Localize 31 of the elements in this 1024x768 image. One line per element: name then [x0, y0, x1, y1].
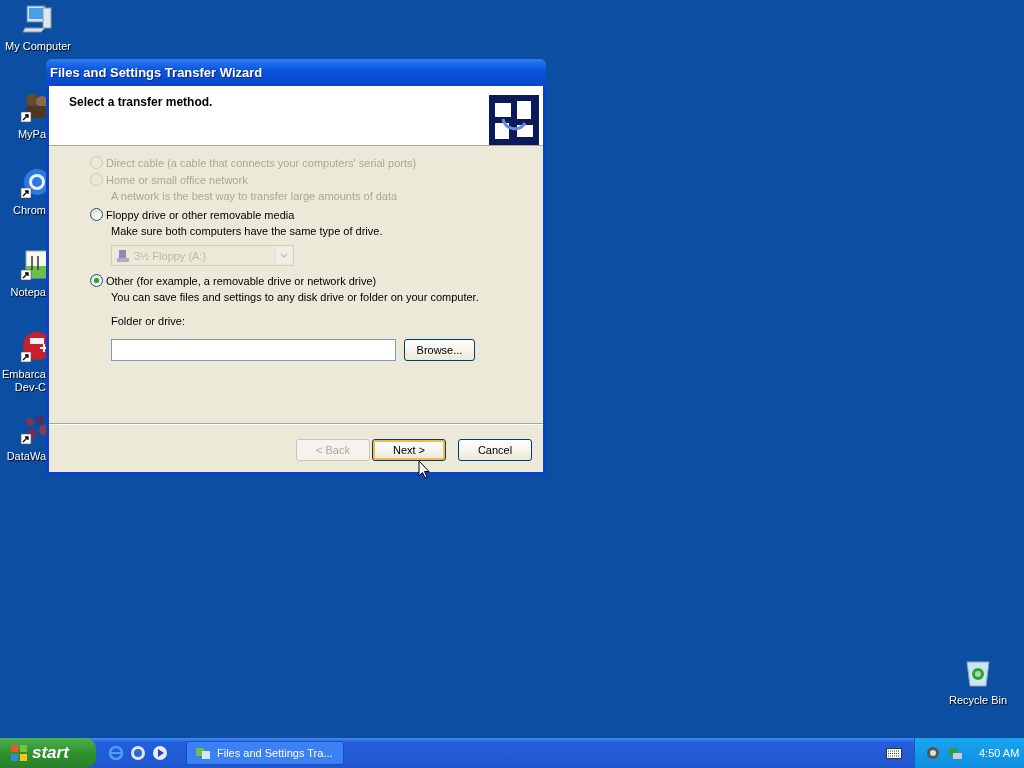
desktop-icon-label[interactable]: MyPa	[17, 128, 46, 141]
option-description: Make sure both computers have the same type of drive.	[111, 225, 384, 237]
desktop-icon-label[interactable]: Chrom	[13, 204, 46, 217]
browse-button[interactable]: Browse...	[404, 339, 475, 361]
desktop-icon-label[interactable]: Recycle Bin	[948, 694, 1008, 707]
option-label[interactable]: Other (for example, a removable drive or network drive)	[106, 274, 377, 287]
floppy-drive-icon	[116, 248, 130, 263]
radio-button[interactable]	[90, 208, 103, 221]
desktop-icon-label[interactable]: Embarca Dev-C	[1, 368, 46, 394]
start-button[interactable]: start	[0, 738, 96, 768]
wizard-button[interactable]: Next >	[372, 439, 446, 461]
wizard-button[interactable]: Cancel	[458, 439, 532, 461]
option-description: You can save files and settings to any disk drive or folder on your computer.	[111, 291, 480, 303]
keyboard-icon[interactable]	[886, 747, 902, 759]
desktop-icon-label[interactable]: Notepa	[10, 286, 46, 299]
window-title: Files and Settings Transfer Wizard	[46, 59, 546, 86]
desktop-icon-label[interactable]: My Computer	[5, 40, 71, 53]
media-player-icon[interactable]	[152, 745, 168, 761]
option-label[interactable]: Floppy drive or other removable media	[106, 208, 295, 221]
page-heading: Select a transfer method.	[69, 95, 213, 111]
window-app-icon	[195, 745, 211, 761]
mouse-cursor-icon	[418, 460, 430, 480]
windows-flag-icon	[10, 744, 28, 762]
radio-button[interactable]	[90, 274, 103, 287]
desktop-icon-label[interactable]: DataWa	[6, 450, 46, 463]
field-label: Folder or drive:	[111, 315, 186, 327]
desktop-icon[interactable]	[21, 2, 55, 36]
clock: 4:50 AM	[979, 747, 1020, 759]
taskbar-window-button[interactable]: Files and Settings Tra...	[186, 741, 344, 765]
folder-input-field[interactable]	[111, 339, 396, 361]
option-description: A network is the best way to transfer large amounts of data	[111, 190, 399, 202]
